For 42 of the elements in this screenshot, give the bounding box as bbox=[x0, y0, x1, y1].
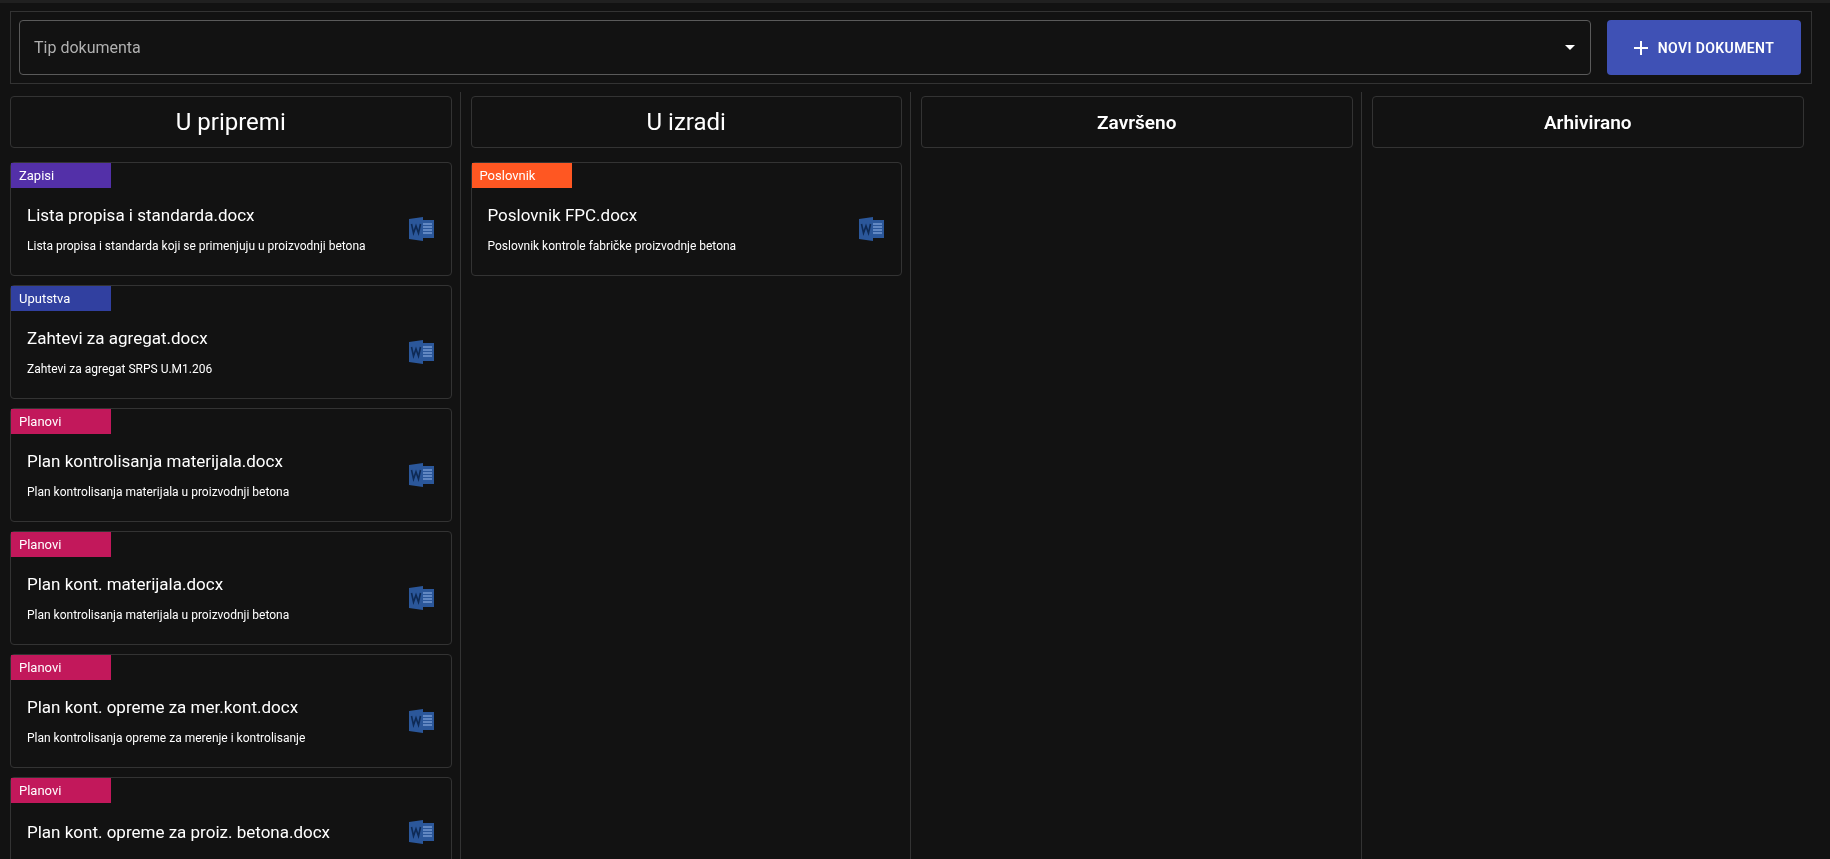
column-header: U pripremi bbox=[10, 96, 452, 148]
document-description: Plan kontrolisanja materijala u proizvodnji betona bbox=[27, 608, 291, 622]
word-document-icon bbox=[408, 340, 435, 364]
word-document-icon bbox=[408, 709, 435, 733]
document-card[interactable]: Zapisi Lista propisa i standarda.docx Lista propisa i standarda koji se primenjuju u proizvodnji betona bbox=[10, 162, 452, 276]
document-description: Poslovnik kontrole fabričke proizvodnje betona bbox=[487, 239, 738, 253]
document-title: Plan kont. opreme za proiz. betona.docx bbox=[27, 822, 332, 842]
document-type-dropdown[interactable]: Tip dokumenta bbox=[19, 20, 1591, 75]
document-description: Plan kontrolisanja opreme za merenje i kontrolisanje bbox=[27, 731, 307, 745]
category-tag: Uputstva bbox=[11, 286, 111, 311]
word-document-icon bbox=[408, 217, 435, 241]
word-document-icon bbox=[408, 463, 435, 487]
word-document-icon bbox=[408, 586, 435, 610]
document-card[interactable]: Poslovnik Poslovnik FPC.docx Poslovnik kontrole fabričke proizvodnje betona bbox=[470, 162, 902, 276]
column-header: Arhivirano bbox=[1371, 96, 1804, 148]
plus-icon bbox=[1633, 40, 1648, 55]
document-description: Lista propisa i standarda koji se primenjuju u proizvodnji betona bbox=[27, 239, 367, 253]
document-card[interactable]: Planovi Plan kontrolisanja materijala.docx Plan kontrolisanja materijala u proizvodnji betona bbox=[10, 408, 452, 522]
document-title: Plan kontrolisanja materijala.docx bbox=[27, 451, 284, 471]
document-title: Plan kont. materijala.docx bbox=[27, 574, 225, 594]
document-card[interactable]: Planovi Plan kont. opreme za mer.kont.docx Plan kontrolisanja opreme za merenje i kontrolisanje bbox=[10, 654, 452, 768]
category-tag: Planovi bbox=[11, 655, 111, 680]
document-description: Plan kontrolisanja materijala u proizvodnji betona bbox=[27, 485, 291, 499]
new-document-button[interactable]: NOVI DOKUMENT bbox=[1607, 20, 1801, 75]
column-header: U izradi bbox=[470, 96, 902, 148]
dropdown-caret-icon bbox=[1565, 45, 1575, 50]
document-title: Lista propisa i standarda.docx bbox=[27, 205, 256, 225]
category-tag: Planovi bbox=[11, 532, 111, 557]
category-tag: Planovi bbox=[11, 778, 111, 803]
word-document-icon bbox=[859, 217, 885, 241]
document-title: Poslovnik FPC.docx bbox=[487, 205, 639, 225]
document-title: Zahtevi za agregat.docx bbox=[27, 328, 209, 348]
category-tag: Planovi bbox=[11, 409, 111, 434]
document-card[interactable]: Planovi Plan kont. materijala.docx Plan kontrolisanja materijala u proizvodnji betona bbox=[10, 531, 452, 645]
document-title: Plan kont. opreme za mer.kont.docx bbox=[27, 697, 300, 717]
document-card[interactable]: Uputstva Zahtevi za agregat.docx Zahtevi za agregat SRPS U.M1.206 bbox=[10, 285, 452, 399]
category-tag: Zapisi bbox=[11, 163, 111, 188]
word-document-icon bbox=[408, 820, 435, 844]
category-tag: Poslovnik bbox=[471, 163, 572, 188]
document-card[interactable]: Planovi Plan kont. opreme za proiz. betona.docx bbox=[10, 777, 452, 859]
column-header: Završeno bbox=[921, 96, 1353, 148]
document-description: Zahtevi za agregat SRPS U.M1.206 bbox=[27, 362, 214, 376]
